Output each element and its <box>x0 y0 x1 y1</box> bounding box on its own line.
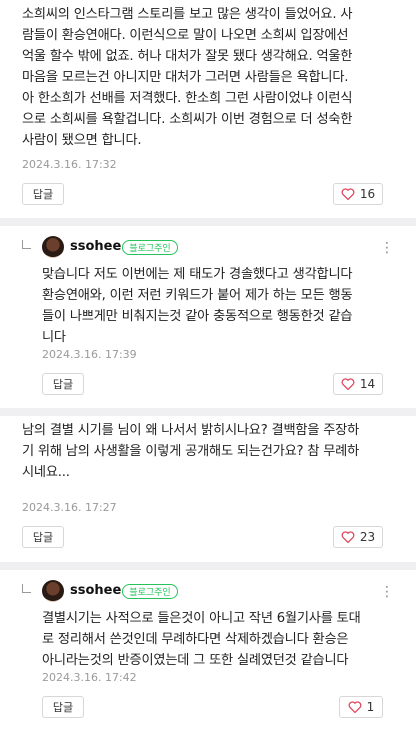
reply-indent-icon <box>22 584 31 593</box>
reply-text: 결별시기는 사적으로 들은것이 아니고 작년 6월기사를 토대 로 정리해서 쓴… <box>42 611 361 668</box>
reply-button[interactable]: 답글 <box>42 373 84 395</box>
reply-card: ssohee 블로그주인 ⋮ 결별시기는 사적으로 들은것이 아니고 작년 6월… <box>0 570 416 744</box>
owner-badge: 블로그주인 <box>122 584 178 599</box>
like-button[interactable]: 23 <box>333 526 383 548</box>
owner-badge: 블로그주인 <box>122 240 178 255</box>
comment-text: 남의 결별 시기를 님이 왜 나서서 밝히시나요? 결백함을 주장하 기 위해 … <box>22 423 360 480</box>
like-count: 16 <box>359 187 376 201</box>
reply-text: 맞습니다 저도 이번에는 제 태도가 경솔했다고 생각합니다 환승연애와, 이런… <box>42 267 353 345</box>
reply-button[interactable]: 답글 <box>42 696 84 718</box>
heart-icon <box>341 531 355 543</box>
author-name[interactable]: ssohee <box>70 583 121 598</box>
like-count: 23 <box>359 530 376 544</box>
more-options-icon[interactable]: ⋮ <box>380 585 394 599</box>
heart-icon <box>341 378 355 390</box>
like-count: 1 <box>366 700 375 714</box>
reply-timestamp: 2024.3.16. 17:42 <box>42 671 137 684</box>
avatar[interactable] <box>42 236 64 258</box>
comment-timestamp: 2024.3.16. 17:27 <box>22 501 117 514</box>
reply-label: 답글 <box>32 188 54 201</box>
reply-indent-icon <box>22 240 31 249</box>
like-button[interactable]: 16 <box>333 183 383 205</box>
reply-button[interactable]: 답글 <box>22 526 64 548</box>
comment-card: 소희씨의 인스타그램 스토리를 보고 많은 생각이 들었어요. 사 람들이 환승… <box>0 0 416 218</box>
reply-label: 답글 <box>32 531 54 544</box>
like-button[interactable]: 14 <box>333 373 383 395</box>
reply-button[interactable]: 답글 <box>22 183 64 205</box>
comment-card: 남의 결별 시기를 님이 왜 나서서 밝히시나요? 결백함을 주장하 기 위해 … <box>0 416 416 562</box>
comment-timestamp: 2024.3.16. 17:32 <box>22 158 117 171</box>
heart-icon <box>348 701 362 713</box>
like-count: 14 <box>359 377 376 391</box>
reply-timestamp: 2024.3.16. 17:39 <box>42 348 137 361</box>
reply-card: ssohee 블로그주인 ⋮ 맞습니다 저도 이번에는 제 태도가 경솔했다고 … <box>0 226 416 408</box>
reply-label: 답글 <box>52 701 74 714</box>
avatar[interactable] <box>42 580 64 602</box>
comment-text: 소희씨의 인스타그램 스토리를 보고 많은 생각이 들었어요. 사 람들이 환승… <box>22 7 353 148</box>
author-name[interactable]: ssohee <box>70 239 121 254</box>
reply-label: 답글 <box>52 378 74 391</box>
like-button[interactable]: 1 <box>339 696 383 718</box>
more-options-icon[interactable]: ⋮ <box>380 241 394 255</box>
heart-icon <box>341 188 355 200</box>
